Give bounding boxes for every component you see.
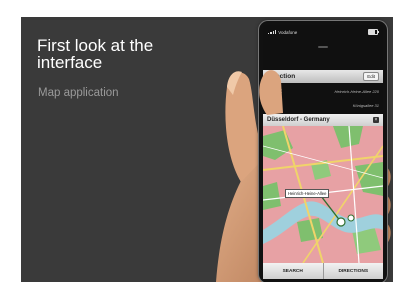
finger-overlay [259, 70, 283, 115]
presentation-slide: First look at the interface Map applicat… [21, 17, 393, 282]
